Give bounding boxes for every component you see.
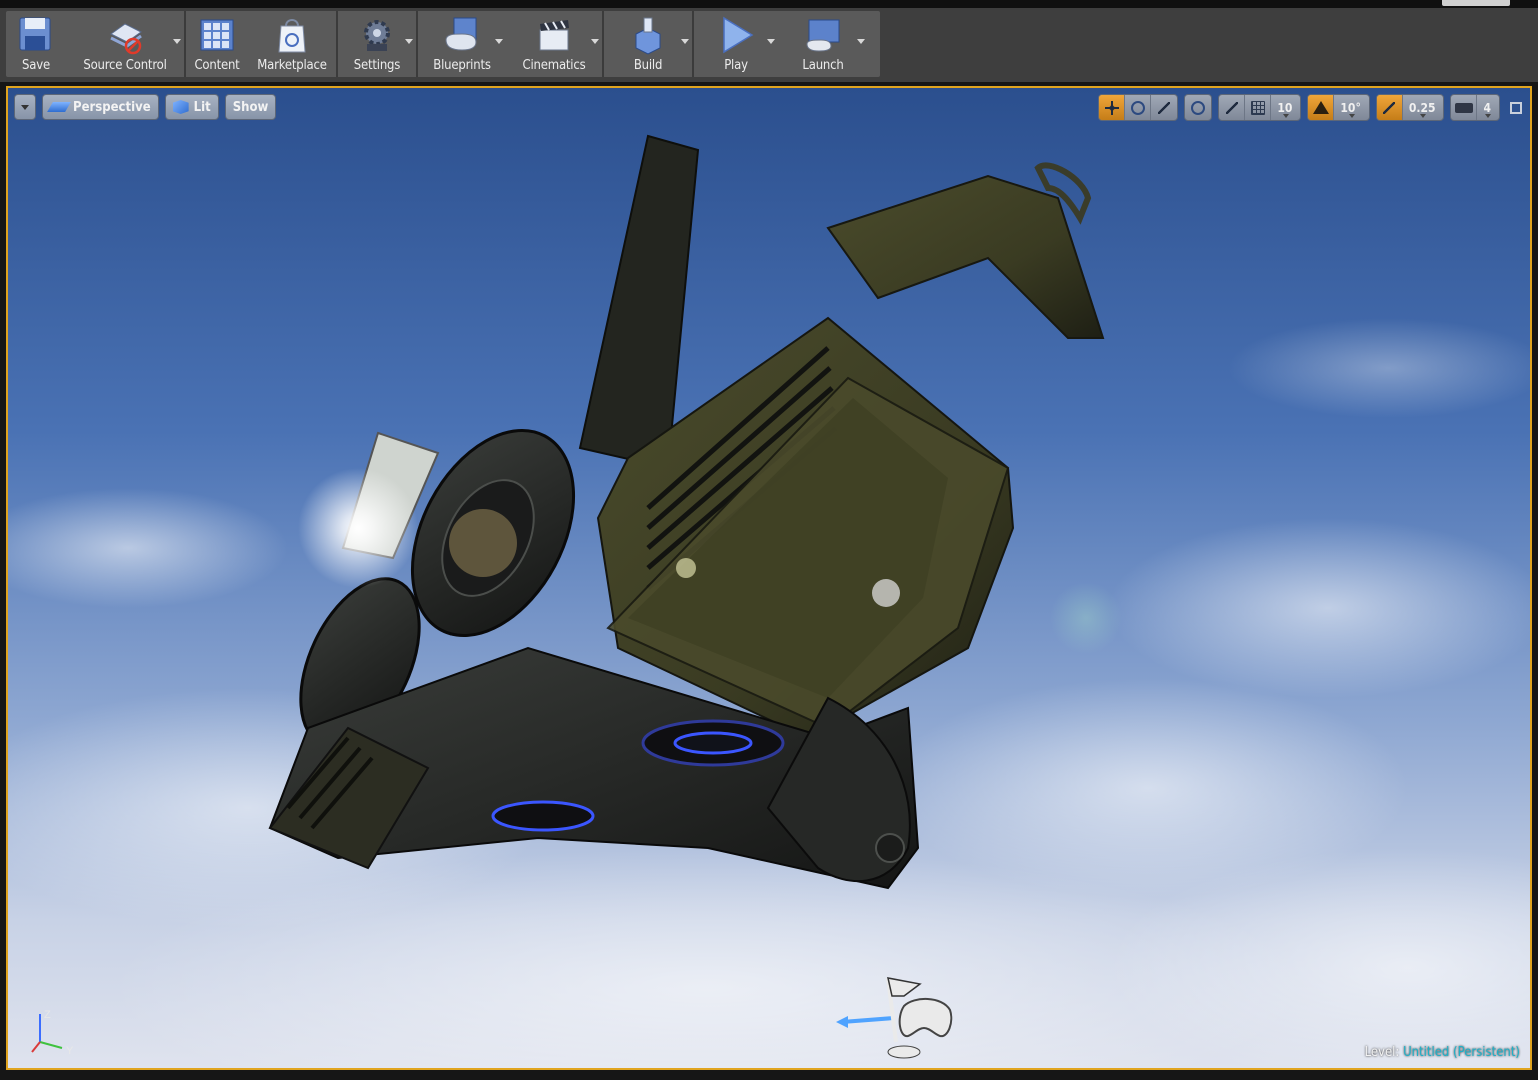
lit-cube-icon xyxy=(172,100,189,114)
perspective-button[interactable]: Perspective xyxy=(42,94,159,120)
show-button[interactable]: Show xyxy=(224,94,277,120)
build-icon xyxy=(635,17,661,55)
launch-icon xyxy=(806,19,840,52)
build-label: Build xyxy=(633,58,663,73)
perspective-label: Perspective xyxy=(73,99,151,115)
scale-snap-toggle[interactable] xyxy=(1376,95,1403,120)
content-label: Content xyxy=(194,58,240,73)
source-control-label: Source Control xyxy=(83,58,167,73)
viewport-left-toolbar: Perspective Lit Show xyxy=(14,94,277,120)
rotation-snap-group: 10° xyxy=(1307,94,1370,121)
rotate-icon xyxy=(1130,100,1145,115)
scale-arrow-icon xyxy=(1383,101,1396,114)
scale-mode-button[interactable] xyxy=(1151,95,1177,120)
perspective-icon xyxy=(47,102,71,112)
content-button[interactable]: Content xyxy=(186,11,248,77)
marketplace-button[interactable]: Marketplace xyxy=(248,11,336,77)
viewport-right-toolbar: 10 10° 0.25 4 xyxy=(1098,94,1522,121)
scale-snap-group: 0.25 xyxy=(1375,94,1445,121)
axis-z-label: Z xyxy=(44,1009,51,1021)
save-icon xyxy=(19,17,51,51)
settings-button[interactable]: Settings xyxy=(338,11,416,77)
save-button[interactable]: Save xyxy=(6,11,66,77)
camera-icon xyxy=(1454,102,1473,113)
content-icon xyxy=(200,19,234,51)
cinematics-label: Cinematics xyxy=(522,58,586,73)
marketplace-label: Marketplace xyxy=(257,58,327,73)
angle-triangle-icon xyxy=(1312,101,1329,114)
coordinate-space-group xyxy=(1184,94,1213,121)
translate-mode-button[interactable] xyxy=(1099,95,1126,120)
grid-snap-toggle[interactable] xyxy=(1245,95,1272,120)
axis-gizmo: Z Y xyxy=(31,1009,74,1057)
grid-snap-group: 10 xyxy=(1218,94,1302,121)
main-toolbar: Save Source Control Content Marketplace … xyxy=(6,11,880,77)
grid-snap-value[interactable]: 10 xyxy=(1271,95,1300,120)
cinematics-button[interactable]: Cinematics xyxy=(506,11,602,77)
scale-snap-value[interactable]: 0.25 xyxy=(1403,95,1444,120)
settings-gear-icon xyxy=(364,20,390,51)
source-control-dropdown-caret[interactable] xyxy=(173,39,181,44)
level-label: Level: xyxy=(1364,1045,1400,1060)
maximize-viewport-icon[interactable] xyxy=(1510,101,1522,114)
rotation-snap-value[interactable]: 10° xyxy=(1334,95,1368,120)
show-label: Show xyxy=(232,99,269,115)
play-dropdown-caret[interactable] xyxy=(767,39,775,44)
rotate-mode-button[interactable] xyxy=(1125,95,1152,120)
player-start-icon[interactable] xyxy=(834,972,954,1062)
camera-speed-group: 4 xyxy=(1450,94,1500,121)
scale-icon xyxy=(1158,101,1171,114)
window-top-strip xyxy=(0,0,1538,8)
rotation-snap-toggle[interactable] xyxy=(1308,95,1335,120)
launch-button[interactable]: Launch xyxy=(778,11,868,77)
viewport-options-dropdown[interactable] xyxy=(14,94,36,120)
world-space-button[interactable] xyxy=(1185,95,1211,120)
clapperboard-icon xyxy=(539,20,569,51)
transform-mode-group xyxy=(1098,94,1179,121)
save-label: Save xyxy=(22,58,50,73)
launch-label: Launch xyxy=(802,58,844,73)
level-name: Untitled (Persistent) xyxy=(1403,1045,1520,1060)
build-button[interactable]: Build xyxy=(604,11,692,77)
play-icon xyxy=(723,16,754,54)
source-control-button[interactable]: Source Control xyxy=(66,11,184,77)
play-button[interactable]: Play xyxy=(694,11,778,77)
blueprints-button[interactable]: Blueprints xyxy=(418,11,506,77)
surface-snap-button[interactable] xyxy=(1219,95,1246,120)
viewport-scene[interactable] xyxy=(8,88,1530,1068)
cinematics-dropdown-caret[interactable] xyxy=(591,39,599,44)
chevron-down-icon xyxy=(21,104,29,110)
settings-dropdown-caret[interactable] xyxy=(405,39,413,44)
grid-icon xyxy=(1250,100,1265,115)
window-tab-stub[interactable] xyxy=(1442,0,1510,6)
globe-icon xyxy=(1191,100,1206,115)
view-mode-lit-button[interactable]: Lit xyxy=(164,94,219,120)
play-label: Play xyxy=(724,58,748,73)
camera-speed-value[interactable]: 4 xyxy=(1477,95,1499,120)
surface-snap-icon xyxy=(1225,101,1238,114)
launch-dropdown-caret[interactable] xyxy=(857,39,865,44)
level-indicator: Level: Untitled (Persistent) xyxy=(1365,1045,1520,1060)
blueprints-dropdown-caret[interactable] xyxy=(495,39,503,44)
camera-speed-button[interactable] xyxy=(1451,95,1478,120)
build-dropdown-caret[interactable] xyxy=(681,39,689,44)
source-control-icon xyxy=(110,23,142,55)
lit-label: Lit xyxy=(193,99,211,115)
marketplace-icon xyxy=(278,19,306,53)
blueprints-label: Blueprints xyxy=(433,58,491,73)
move-icon xyxy=(1104,100,1119,115)
level-viewport[interactable]: Perspective Lit Show 10 10° 0.25 4 Z Y L… xyxy=(6,86,1532,1070)
settings-label: Settings xyxy=(353,58,401,73)
blueprints-icon xyxy=(445,17,477,51)
axis-y-label: Y xyxy=(66,1045,74,1057)
